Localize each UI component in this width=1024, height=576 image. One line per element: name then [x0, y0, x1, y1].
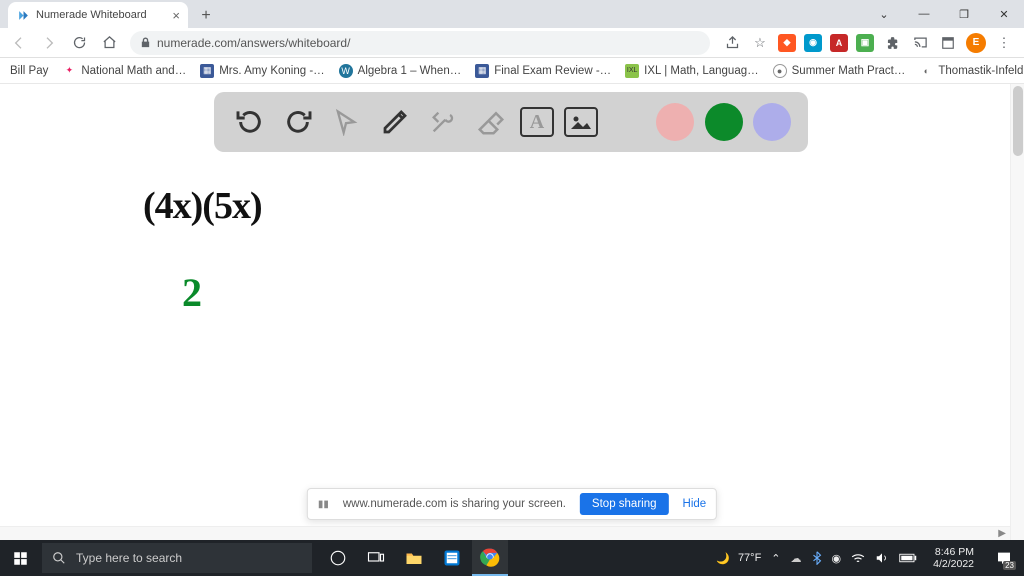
system-tray: 🌙 77°F ⌃ ☁ ◉ 8:46 PM 4/2/2022 23: [716, 544, 1024, 572]
text-tool[interactable]: A: [520, 107, 554, 137]
bookmark-item[interactable]: ✦ National Math and…: [62, 64, 186, 78]
address-bar-actions: ☆ ◆ ◉ A ▣ E ⋮: [718, 33, 1018, 53]
cortana-icon[interactable]: [320, 540, 356, 576]
color-pink[interactable]: [656, 103, 694, 141]
pen-tool[interactable]: [376, 103, 414, 141]
task-view-icon[interactable]: [358, 540, 394, 576]
moon-icon: 🌙: [716, 552, 730, 565]
maximize-button[interactable]: ❐: [944, 0, 984, 28]
minimize-button[interactable]: —: [904, 0, 944, 28]
horizontal-scrollbar[interactable]: ▶: [0, 526, 1010, 540]
pause-icon: ▮▮: [318, 499, 329, 510]
stop-sharing-button[interactable]: Stop sharing: [580, 493, 669, 515]
browser-tab[interactable]: Numerade Whiteboard ×: [8, 2, 188, 28]
search-placeholder: Type here to search: [76, 551, 182, 565]
volume-icon[interactable]: [875, 551, 889, 565]
taskbar-apps: [320, 540, 508, 576]
tools-icon[interactable]: [424, 103, 462, 141]
lock-icon: [140, 37, 151, 48]
url-input[interactable]: numerade.com/answers/whiteboard/: [130, 31, 710, 55]
color-gray[interactable]: [608, 103, 646, 141]
bluetooth-icon[interactable]: [812, 551, 822, 565]
reload-button[interactable]: [66, 30, 92, 56]
location-icon[interactable]: ◉: [832, 552, 842, 565]
vertical-scrollbar[interactable]: [1010, 84, 1024, 540]
new-tab-button[interactable]: +: [194, 4, 218, 28]
star-icon[interactable]: ☆: [750, 33, 770, 53]
tab-overview-icon[interactable]: [938, 33, 958, 53]
bookmark-favicon: ✦: [62, 64, 76, 78]
start-button[interactable]: [0, 540, 40, 576]
chrome-icon[interactable]: [472, 540, 508, 576]
taskbar-search[interactable]: Type here to search: [42, 543, 312, 573]
wifi-icon[interactable]: [851, 552, 865, 564]
onedrive-icon[interactable]: ☁: [791, 552, 802, 565]
cast-icon[interactable]: [910, 33, 930, 53]
pointer-tool[interactable]: [327, 103, 365, 141]
mail-icon[interactable]: [434, 540, 470, 576]
window-controls: ⌄ — ❐ ✕: [864, 0, 1024, 28]
extensions-icon[interactable]: [882, 33, 902, 53]
extension-icon-1[interactable]: ◆: [778, 34, 796, 52]
home-button[interactable]: [96, 30, 122, 56]
chevron-down-icon[interactable]: ⌄: [864, 0, 904, 28]
bookmark-favicon: W: [339, 64, 353, 78]
tab-title: Numerade Whiteboard: [36, 9, 147, 21]
screen-share-banner: ▮▮ www.numerade.com is sharing your scre…: [307, 488, 717, 520]
profile-avatar[interactable]: E: [966, 33, 986, 53]
hide-banner-button[interactable]: Hide: [683, 498, 707, 510]
bookmark-favicon: ●: [773, 64, 787, 78]
handwriting-line-2: 2: [182, 269, 202, 316]
whiteboard-toolbar: A: [214, 92, 808, 152]
bookmark-item[interactable]: ● Summer Math Pract…: [773, 64, 906, 78]
windows-taskbar: Type here to search 🌙 77°F ⌃ ☁ ◉: [0, 540, 1024, 576]
image-tool[interactable]: [564, 107, 598, 137]
search-icon: [52, 551, 66, 565]
bookmark-item[interactable]: ▦ Mrs. Amy Koning -…: [200, 64, 324, 78]
bookmark-item[interactable]: ◐ Thomastik-Infeld C…: [919, 64, 1024, 78]
bookmark-item[interactable]: Bill Pay: [10, 65, 48, 77]
bookmarks-bar: Bill Pay ✦ National Math and… ▦ Mrs. Amy…: [0, 58, 1024, 84]
bookmark-item[interactable]: IXL IXL | Math, Languag…: [625, 64, 758, 78]
clock[interactable]: 8:46 PM 4/2/2022: [927, 546, 980, 570]
bookmark-favicon: ▦: [475, 64, 489, 78]
eraser-tool[interactable]: [472, 103, 510, 141]
weather-widget[interactable]: 🌙 77°F: [716, 552, 761, 565]
share-text: www.numerade.com is sharing your screen.: [343, 498, 566, 510]
extension-icon-4[interactable]: ▣: [856, 34, 874, 52]
bookmark-favicon: IXL: [625, 64, 639, 78]
back-button[interactable]: [6, 30, 32, 56]
notifications-icon[interactable]: 23: [990, 544, 1018, 572]
bookmark-item[interactable]: ▦ Final Exam Review -…: [475, 64, 611, 78]
undo-button[interactable]: [231, 103, 269, 141]
tray-overflow-icon[interactable]: ⌃: [771, 552, 780, 565]
bookmark-favicon: ◐: [919, 64, 933, 78]
redo-button[interactable]: [279, 103, 317, 141]
whiteboard-canvas[interactable]: A (4x)(5x) 2 ▮▮ www.numerade.com is shar…: [0, 84, 1024, 540]
file-explorer-icon[interactable]: [396, 540, 432, 576]
color-lilac[interactable]: [753, 103, 791, 141]
numerade-favicon: [16, 8, 30, 22]
close-window-button[interactable]: ✕: [984, 0, 1024, 28]
browser-tab-bar: Numerade Whiteboard × + ⌄ — ❐ ✕: [0, 0, 1024, 28]
url-text: numerade.com/answers/whiteboard/: [157, 36, 350, 50]
extension-icon-2[interactable]: ◉: [804, 34, 822, 52]
handwriting-line-1: (4x)(5x): [143, 184, 262, 228]
address-bar: numerade.com/answers/whiteboard/ ☆ ◆ ◉ A…: [0, 28, 1024, 58]
battery-icon[interactable]: [899, 553, 917, 563]
forward-button[interactable]: [36, 30, 62, 56]
share-icon[interactable]: [722, 33, 742, 53]
color-green[interactable]: [705, 103, 743, 141]
extension-icon-3[interactable]: A: [830, 34, 848, 52]
close-tab-icon[interactable]: ×: [172, 8, 180, 23]
bookmark-favicon: ▦: [200, 64, 214, 78]
menu-icon[interactable]: ⋮: [994, 33, 1014, 53]
bookmark-item[interactable]: W Algebra 1 – When…: [339, 64, 462, 78]
